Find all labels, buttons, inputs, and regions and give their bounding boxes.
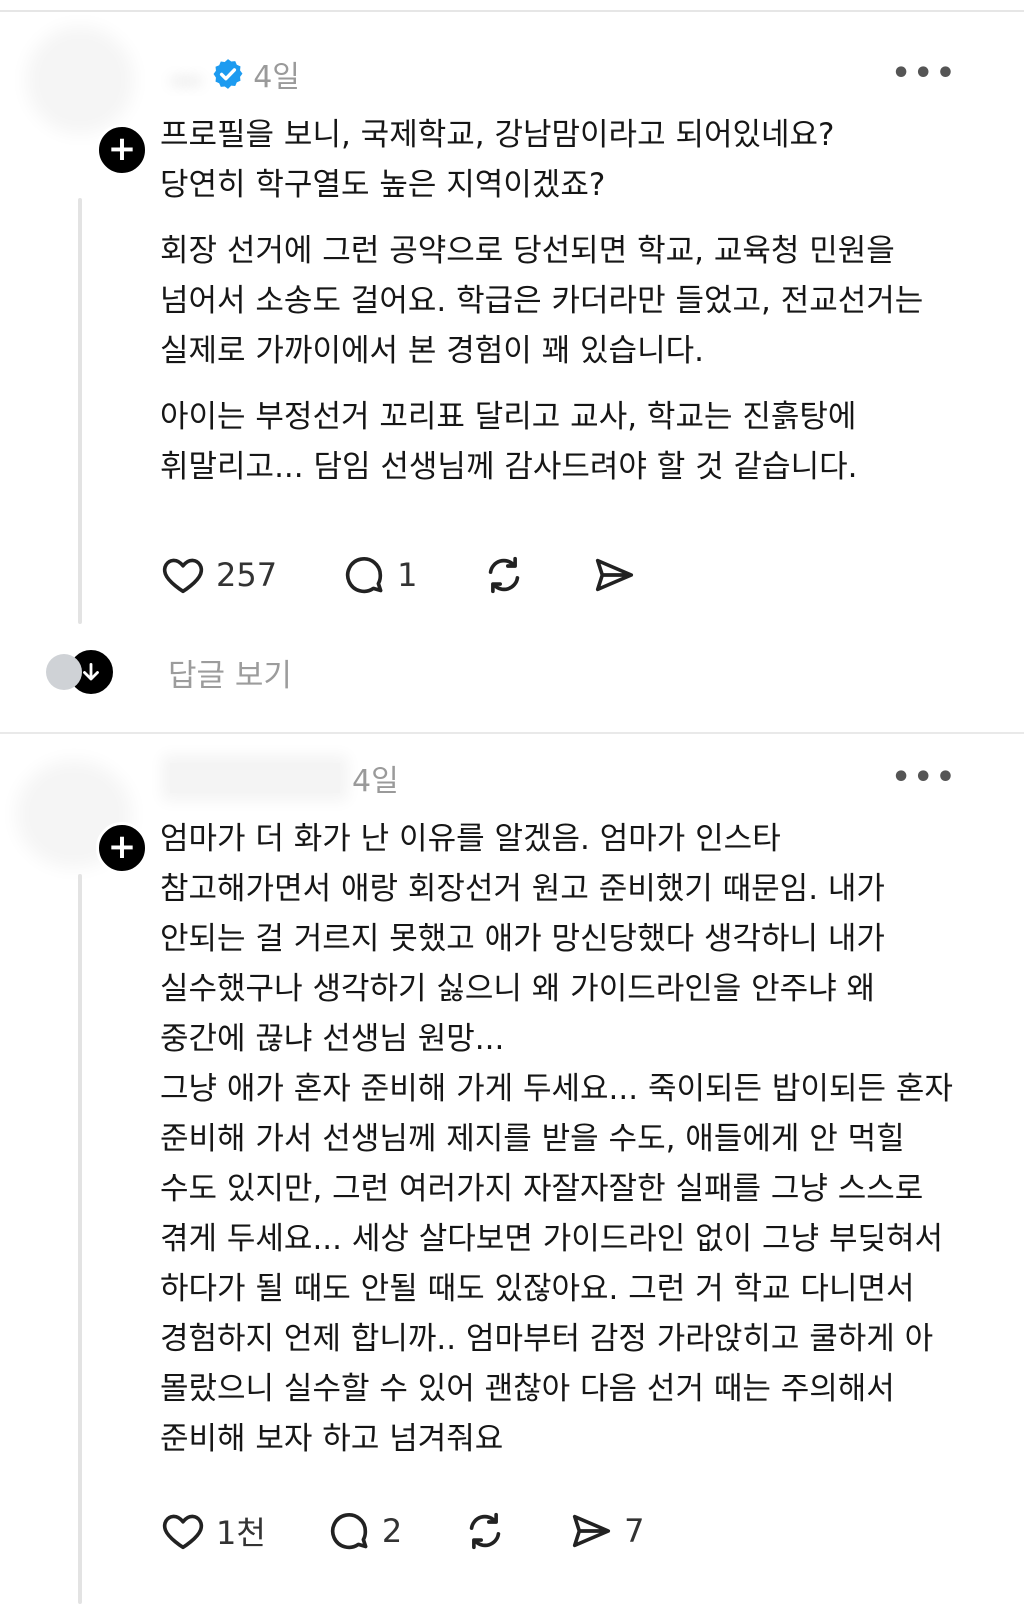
username[interactable]: ... — [170, 57, 202, 92]
like-button[interactable]: 257 — [160, 552, 277, 598]
post-body: 엄마가 더 화가 난 이유를 알겠음. 엄마가 인스타 참고해가면서 애랑 회장… — [160, 814, 980, 1480]
view-replies[interactable]: 답글 보기 — [46, 647, 292, 697]
repost-icon — [489, 556, 520, 594]
post-paragraph: 엄마가 더 화가 난 이유를 알겠음. 엄마가 인스타 참고해가면서 애랑 회장… — [160, 821, 953, 1457]
thread-line — [78, 198, 82, 624]
follow-plus-icon[interactable]: + — [96, 822, 148, 874]
post-time: 4일 — [352, 764, 399, 799]
share-icon — [573, 1514, 611, 1548]
repost-button[interactable] — [481, 552, 527, 598]
avatar[interactable]: + — [40, 40, 150, 176]
share-button[interactable] — [591, 552, 637, 598]
post-actions: 257 1 — [160, 550, 637, 600]
comment-count: 1 — [397, 556, 418, 594]
reply-avatar — [46, 654, 82, 690]
more-icon[interactable]: ••• — [891, 760, 958, 795]
post-paragraph: 회장 선거에 그런 공약으로 당선되면 학교, 교육청 민원을 넘어서 소송도 … — [160, 233, 924, 369]
share-button[interactable]: 7 — [568, 1508, 645, 1554]
heart-icon — [162, 1514, 204, 1550]
comment-icon — [346, 557, 383, 594]
like-button[interactable]: 1천 — [160, 1508, 266, 1554]
post-header: 4일 — [170, 758, 399, 799]
avatar[interactable]: + — [30, 764, 150, 874]
thread-line — [78, 874, 82, 1604]
more-icon[interactable]: ••• — [891, 56, 958, 91]
follow-plus-icon[interactable]: + — [96, 124, 148, 176]
share-count: 7 — [624, 1512, 645, 1550]
comment-count: 2 — [381, 1512, 403, 1550]
comment-button[interactable]: 1 — [341, 552, 417, 598]
post-paragraph: 프로필을 보니, 국제학교, 강남맘이라고 되어있네요? 당연히 학구열도 높은… — [160, 117, 835, 203]
post-time: 4일 — [253, 60, 300, 95]
comment-button[interactable]: 2 — [326, 1508, 402, 1554]
comment-icon — [330, 1513, 368, 1550]
repost-icon — [469, 1512, 501, 1550]
post-header: ... 4일 — [170, 54, 300, 96]
share-icon — [596, 558, 634, 592]
post-paragraph: 아이는 부정선거 꼬리표 달리고 교사, 학교는 진흙탕에 휘말리고... 담임… — [160, 399, 858, 485]
repost-button[interactable] — [462, 1508, 508, 1554]
like-count: 257 — [216, 556, 278, 594]
username[interactable] — [170, 763, 340, 793]
verified-badge-icon — [213, 59, 243, 89]
post-actions: 1천 2 7 — [160, 1506, 645, 1556]
post-1: + ... 4일 ••• 프로필을 보니, 국제학교, 강남맘이라고 되어있네요… — [0, 0, 1024, 732]
like-count: 1천 — [216, 1514, 266, 1552]
heart-icon — [162, 558, 204, 594]
post-body: 프로필을 보니, 국제학교, 강남맘이라고 되어있네요? 당연히 학구열도 높은… — [160, 110, 980, 508]
view-replies-label[interactable]: 답글 보기 — [168, 650, 292, 695]
post-2: + 4일 ••• 엄마가 더 화가 난 이유를 알겠음. 엄마가 인스타 참고해… — [0, 734, 1024, 1604]
